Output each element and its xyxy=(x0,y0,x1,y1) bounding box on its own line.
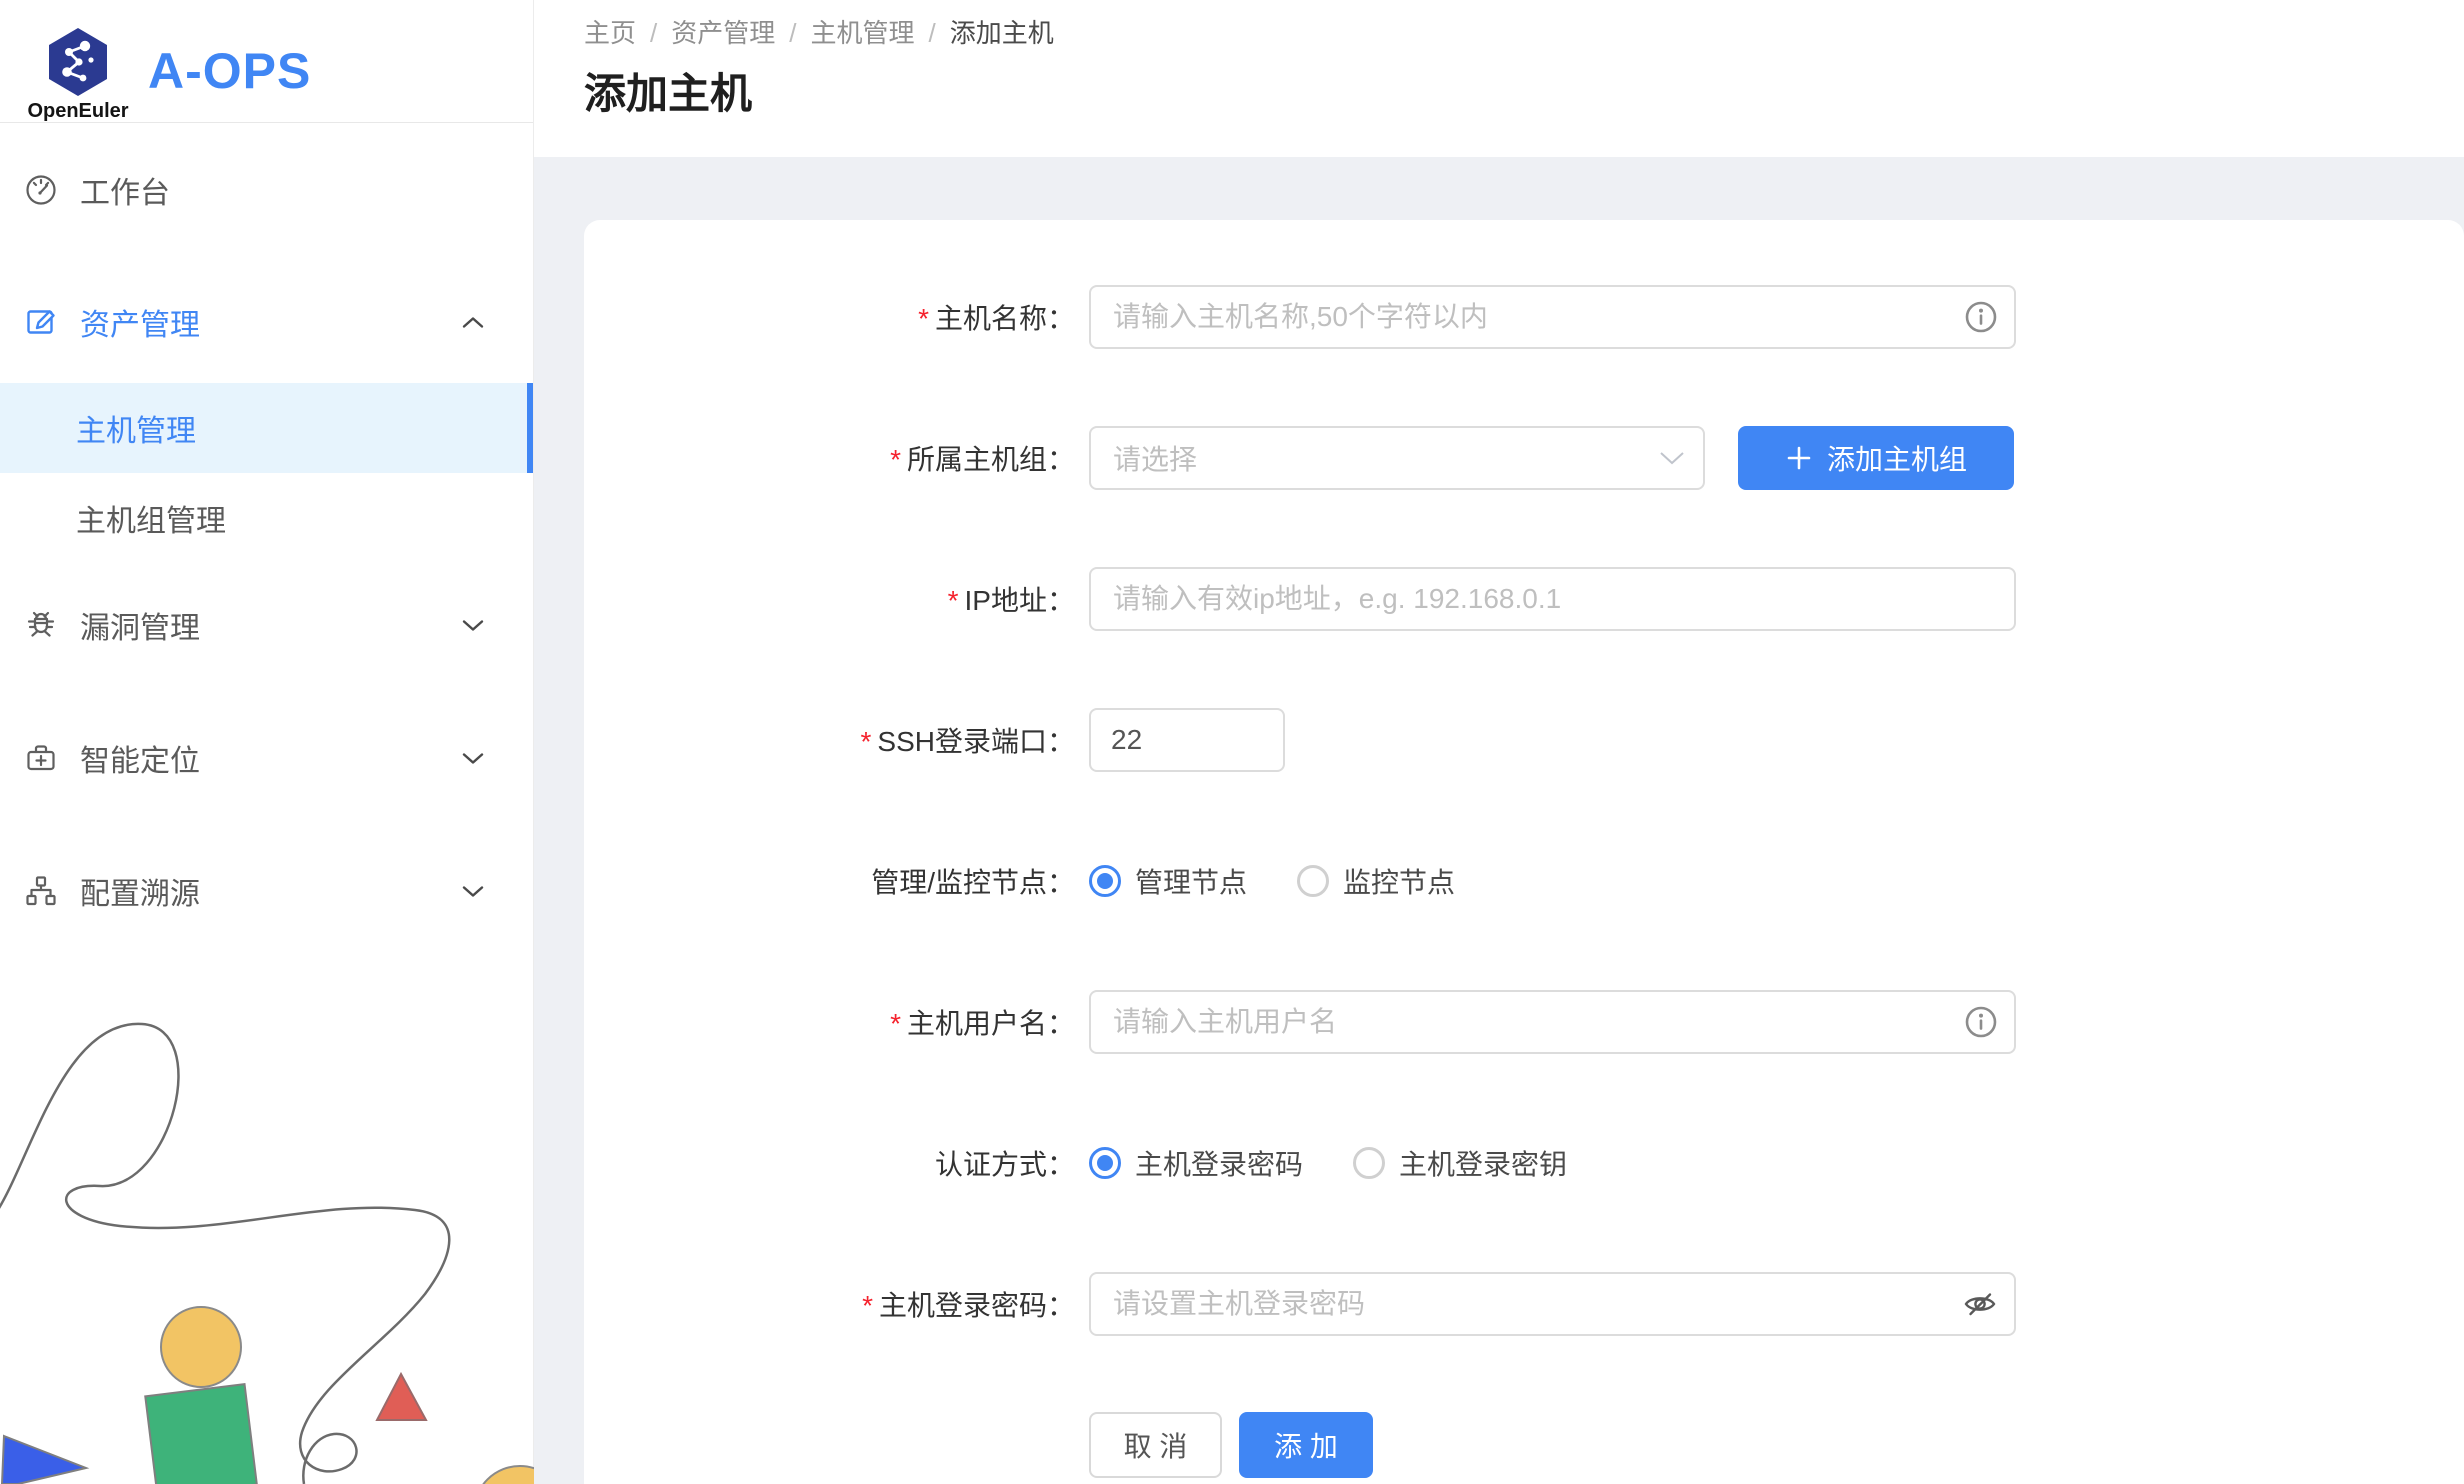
ssh-port-label: *SSH登录端口： xyxy=(584,720,1089,760)
add-host-group-button[interactable]: 添加主机组 xyxy=(1738,426,2014,490)
decorative-illustration xyxy=(0,964,534,1484)
select-placeholder: 请选择 xyxy=(1113,438,1197,478)
sidebar-item-label: 漏洞管理 xyxy=(80,603,200,647)
sidebar-item-workbench[interactable]: 工作台 xyxy=(0,150,533,230)
host-group-row: *所属主机组： 请选择 xyxy=(584,426,2464,490)
required-mark: * xyxy=(890,1008,901,1039)
chevron-down-icon xyxy=(461,884,485,899)
breadcrumb-asset-management[interactable]: 资产管理 xyxy=(671,16,775,50)
breadcrumb-host-management[interactable]: 主机管理 xyxy=(811,16,915,50)
info-circle-icon xyxy=(1964,300,1998,334)
auth-method-row: 认证方式： 主机登录密码 主机登录密钥 xyxy=(584,1131,2464,1195)
required-mark: * xyxy=(890,444,901,475)
sidebar-item-host-management[interactable]: 主机管理 xyxy=(0,383,533,473)
form-card: *主机名称： xyxy=(584,220,2464,1484)
sidebar-item-label: 智能定位 xyxy=(80,736,200,780)
page-title: 添加主机 xyxy=(584,66,2464,122)
form-actions-row: 取 消 添 加 xyxy=(584,1413,2464,1477)
sidebar-item-config-tracing[interactable]: 配置溯源 xyxy=(0,851,533,931)
sidebar-item-host-group-management[interactable]: 主机组管理 xyxy=(0,473,533,563)
eye-invisible-icon[interactable] xyxy=(1962,1286,1998,1322)
required-mark: * xyxy=(862,1290,873,1321)
sidebar-item-asset-management[interactable]: 资产管理 xyxy=(0,282,533,362)
sidebar-menu: 工作台 资产管理 主机管理 xyxy=(0,123,533,931)
breadcrumb-home[interactable]: 主页 xyxy=(584,16,636,50)
chevron-up-icon xyxy=(461,315,485,330)
host-username-input[interactable] xyxy=(1089,990,2016,1054)
node-type-label: 管理/监控节点： xyxy=(584,861,1089,901)
chevron-down-icon xyxy=(461,618,485,633)
bug-icon xyxy=(24,608,58,642)
breadcrumb: 主页 / 资产管理 / 主机管理 / 添加主机 xyxy=(584,16,2464,50)
edit-square-icon xyxy=(24,305,58,339)
add-host-group-label: 添加主机组 xyxy=(1827,438,1967,478)
auth-method-label: 认证方式： xyxy=(584,1143,1089,1183)
sidebar: OpenEuler A-OPS 工作台 xyxy=(0,0,534,1484)
host-username-row: *主机用户名： xyxy=(584,990,2464,1054)
plus-icon xyxy=(1785,444,1813,472)
sidebar-item-label: 主机管理 xyxy=(76,406,196,450)
host-name-label: *主机名称： xyxy=(584,297,1089,337)
node-type-row: 管理/监控节点： 管理节点 监控节点 xyxy=(584,849,2464,913)
key-auth-option[interactable]: 主机登录密钥 xyxy=(1353,1143,1567,1183)
management-node-radio[interactable] xyxy=(1089,865,1121,897)
breadcrumb-add-host: 添加主机 xyxy=(950,16,1054,50)
logo-text: OpenEuler xyxy=(27,100,128,123)
required-mark: * xyxy=(861,726,872,757)
info-circle-icon xyxy=(1964,1005,1998,1039)
ssh-port-input[interactable] xyxy=(1089,708,1285,772)
sidebar-item-intelligent-location[interactable]: 智能定位 xyxy=(0,718,533,798)
openeuler-logo: OpenEuler xyxy=(30,26,126,123)
breadcrumb-separator: / xyxy=(650,16,657,50)
add-button[interactable]: 添 加 xyxy=(1239,1412,1373,1478)
dashboard-icon xyxy=(24,173,58,207)
page-header: 主页 / 资产管理 / 主机管理 / 添加主机 添加主机 xyxy=(534,0,2464,157)
ssh-port-row: *SSH登录端口： xyxy=(584,708,2464,772)
brand: OpenEuler A-OPS xyxy=(0,0,533,123)
required-mark: * xyxy=(948,585,959,616)
sidebar-item-label: 资产管理 xyxy=(80,300,200,344)
host-name-input[interactable] xyxy=(1089,285,2016,349)
chevron-down-icon xyxy=(1659,450,1685,466)
cluster-icon xyxy=(24,874,58,908)
medicine-box-icon xyxy=(24,741,58,775)
host-group-label: *所属主机组： xyxy=(584,438,1089,478)
monitor-node-radio[interactable] xyxy=(1297,865,1329,897)
password-auth-option[interactable]: 主机登录密码 xyxy=(1089,1143,1303,1183)
password-auth-radio[interactable] xyxy=(1089,1147,1121,1179)
host-password-row: *主机登录密码： xyxy=(584,1272,2464,1336)
ip-address-row: *IP地址： xyxy=(584,567,2464,631)
host-password-label: *主机登录密码： xyxy=(584,1284,1089,1324)
sidebar-item-label: 主机组管理 xyxy=(76,496,226,540)
cancel-button[interactable]: 取 消 xyxy=(1089,1412,1222,1478)
host-group-select[interactable]: 请选择 xyxy=(1089,426,1705,490)
ip-address-label: *IP地址： xyxy=(584,579,1089,619)
monitor-node-option[interactable]: 监控节点 xyxy=(1297,861,1455,901)
screen: OpenEuler A-OPS 工作台 xyxy=(0,0,2464,1484)
chevron-down-icon xyxy=(461,751,485,766)
host-name-row: *主机名称： xyxy=(584,285,2464,349)
sidebar-item-label: 工作台 xyxy=(80,168,170,212)
openeuler-hexagon-icon xyxy=(45,26,111,98)
key-auth-radio[interactable] xyxy=(1353,1147,1385,1179)
sidebar-item-label: 配置溯源 xyxy=(80,869,200,913)
host-password-input[interactable] xyxy=(1089,1272,2016,1336)
management-node-option[interactable]: 管理节点 xyxy=(1089,861,1247,901)
sidebar-item-vulnerability-management[interactable]: 漏洞管理 xyxy=(0,585,533,665)
ip-address-input[interactable] xyxy=(1089,567,2016,631)
breadcrumb-separator: / xyxy=(929,16,936,50)
add-host-form: *主机名称： xyxy=(584,220,2464,1477)
host-username-label: *主机用户名： xyxy=(584,1002,1089,1042)
required-mark: * xyxy=(918,303,929,334)
breadcrumb-separator: / xyxy=(789,16,796,50)
app-title: A-OPS xyxy=(148,42,311,100)
